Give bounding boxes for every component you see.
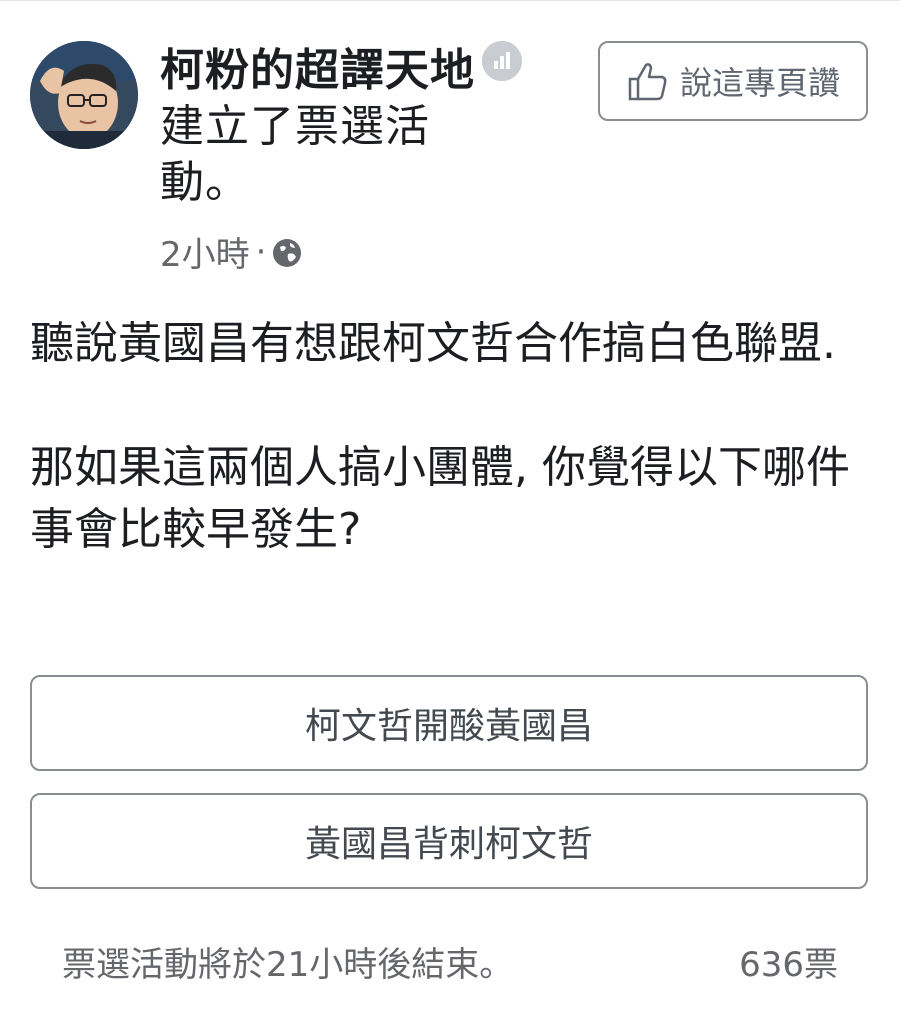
post-action-text: 建立了票選活動。 <box>160 101 430 208</box>
author-block: 柯粉的超譯天地建立了票選活動。 <box>160 43 480 211</box>
poll-option-label: 柯文哲開酸黃國昌 <box>304 706 593 747</box>
poll-status: 票選活動將於21小時後結束。 <box>62 945 514 985</box>
post-time[interactable]: 2小時 <box>160 227 250 276</box>
post-card: 柯粉的超譯天地建立了票選活動。 2小時 · 說這專頁讚 聽說黃國昌有想跟柯文哲合… <box>0 0 900 1024</box>
poll-option-label: 黃國昌背刺柯文哲 <box>304 824 593 865</box>
globe-icon <box>272 237 302 267</box>
poll-footer: 票選活動將於21小時後結束。 636票 <box>62 937 838 986</box>
post-paragraph-2: 那如果這兩個人搞小團體, 你覺得以下哪件事會比較早發生? <box>30 442 850 555</box>
post-paragraph-1: 聽說黃國昌有想跟柯文哲合作搞白色聯盟. <box>30 318 836 369</box>
post-title: 柯粉的超譯天地建立了票選活動。 <box>160 43 480 211</box>
poll-option-1[interactable]: 柯文哲開酸黃國昌 <box>30 675 868 771</box>
thumbs-up-icon <box>626 59 670 103</box>
post-meta: 2小時 · <box>160 227 302 276</box>
post-body: 聽說黃國昌有想跟柯文哲合作搞白色聯盟. 那如果這兩個人搞小團體, 你覺得以下哪件… <box>30 313 870 561</box>
like-page-label: 說這專頁讚 <box>679 64 840 102</box>
post-header: 柯粉的超譯天地建立了票選活動。 2小時 · 說這專頁讚 <box>30 41 870 281</box>
poll-option-2[interactable]: 黃國昌背刺柯文哲 <box>30 793 868 889</box>
author-name[interactable]: 柯粉的超譯天地 <box>160 45 475 96</box>
avatar[interactable] <box>30 41 138 149</box>
meta-separator: · <box>255 231 267 272</box>
avatar-image <box>30 41 138 149</box>
page-badge-icon <box>482 41 522 81</box>
like-page-button[interactable]: 說這專頁讚 <box>598 41 868 121</box>
poll-vote-count[interactable]: 636票 <box>739 937 838 986</box>
